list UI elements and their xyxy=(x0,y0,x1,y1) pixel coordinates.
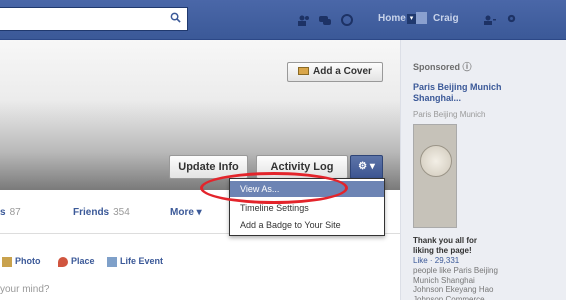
camera-icon xyxy=(298,67,310,76)
top-navigation-bar: Home ▾ Craig xyxy=(0,0,566,40)
life-event-icon xyxy=(107,256,117,267)
menu-item-add-badge[interactable]: Add a Badge to Your Site xyxy=(230,217,384,233)
photo-icon xyxy=(2,256,12,267)
composer-photo-label: Photo xyxy=(15,256,41,266)
avatar[interactable] xyxy=(416,12,427,24)
tab-label: More ▾ xyxy=(170,207,202,218)
ad-like-link[interactable]: Like · 29,331 xyxy=(413,256,459,265)
messages-icon[interactable] xyxy=(318,14,332,26)
tab-friends[interactable]: Friends 354 xyxy=(73,207,130,218)
place-icon xyxy=(58,256,68,267)
search-input[interactable] xyxy=(0,8,160,30)
notifications-icon[interactable] xyxy=(340,14,354,26)
friend-requests-icon[interactable] xyxy=(297,14,311,26)
sponsored-heading: Sponsored ⓘ xyxy=(413,62,472,72)
ad-url: Paris Beijing Munich xyxy=(413,110,486,119)
status-prompt[interactable]: your mind? xyxy=(0,284,49,295)
add-cover-label: Add a Cover xyxy=(313,66,372,77)
composer-life-event-label: Life Event xyxy=(120,256,164,266)
tab-label: s xyxy=(0,207,6,218)
ad-title-link[interactable]: Paris Beijing Munich Shanghai... xyxy=(413,82,523,104)
ad-image[interactable] xyxy=(413,124,457,228)
tab-more[interactable]: More ▾ xyxy=(170,207,202,218)
product-image xyxy=(420,145,452,177)
composer-place-label: Place xyxy=(71,256,95,266)
composer-bar: Photo Place Life Event xyxy=(0,252,400,274)
tab-count: 354 xyxy=(113,207,130,218)
tab-photos[interactable]: s 87 xyxy=(0,207,21,218)
composer-photo[interactable]: Photo xyxy=(2,256,41,267)
nav-profile-link[interactable]: Craig xyxy=(433,13,459,24)
nav-home-link[interactable]: Home xyxy=(378,13,406,24)
ads-sidebar: Sponsored ⓘ Paris Beijing Munich Shangha… xyxy=(400,40,566,300)
ad-social-context: people like Paris Beijing Munich Shangha… xyxy=(413,266,498,300)
tab-label: Friends xyxy=(73,207,110,218)
annotation-highlight-circle xyxy=(200,172,348,204)
search-box[interactable] xyxy=(0,7,188,31)
gear-icon[interactable] xyxy=(506,13,517,24)
find-friends-icon[interactable] xyxy=(483,14,497,26)
composer-life-event[interactable]: Life Event xyxy=(107,256,163,267)
settings-gear-button[interactable]: ⚙ ▾ xyxy=(350,155,383,179)
ad-body-text: Thank you all for liking the page! xyxy=(413,236,478,255)
tab-count: 87 xyxy=(9,207,21,218)
chevron-down-icon[interactable]: ▾ xyxy=(407,14,416,24)
search-icon[interactable] xyxy=(170,12,181,23)
add-cover-button[interactable]: Add a Cover xyxy=(287,62,383,82)
composer-place[interactable]: Place xyxy=(58,256,95,267)
